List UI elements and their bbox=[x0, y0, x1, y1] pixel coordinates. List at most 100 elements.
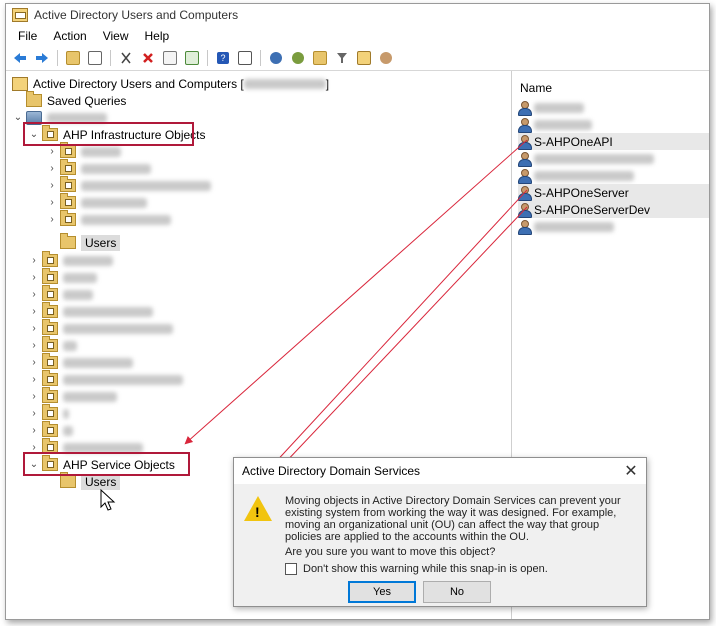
menu-help[interactable]: Help bbox=[137, 29, 178, 43]
redacted-user-name bbox=[534, 102, 584, 113]
tree-item-saved-queries[interactable]: Saved Queries bbox=[26, 91, 126, 109]
list-item-s-ahponeapi[interactable]: S-AHPOneAPI bbox=[518, 133, 709, 150]
chevron-right-icon[interactable]: › bbox=[28, 323, 40, 334]
redacted-label bbox=[63, 340, 77, 351]
toolbar-separator bbox=[110, 50, 111, 66]
menu-view[interactable]: View bbox=[95, 29, 137, 43]
dont-show-warning-checkbox[interactable] bbox=[285, 563, 297, 575]
new-user-icon[interactable] bbox=[266, 48, 286, 68]
help-icon[interactable]: ? bbox=[213, 48, 233, 68]
redacted-label bbox=[81, 214, 171, 225]
menu-action[interactable]: Action bbox=[45, 29, 94, 43]
chevron-right-icon[interactable]: › bbox=[46, 214, 58, 225]
close-icon[interactable]: ✕ bbox=[616, 461, 646, 481]
no-button[interactable]: No bbox=[423, 581, 491, 603]
dialog-body: ! Moving objects in Active Directory Dom… bbox=[234, 484, 646, 606]
tree-item-redacted[interactable]: › bbox=[28, 421, 73, 439]
chevron-right-icon[interactable]: › bbox=[28, 357, 40, 368]
chevron-right-icon[interactable]: › bbox=[28, 255, 40, 266]
chevron-right-icon[interactable]: › bbox=[28, 340, 40, 351]
tree-item-redacted[interactable]: › bbox=[28, 251, 113, 269]
tree-item-redacted[interactable]: › bbox=[46, 176, 211, 194]
toolbar-separator bbox=[260, 50, 261, 66]
chevron-right-icon[interactable]: › bbox=[46, 146, 58, 157]
title-bar: Active Directory Users and Computers bbox=[6, 4, 709, 26]
menu-file[interactable]: File bbox=[10, 29, 45, 43]
user-icon bbox=[518, 202, 532, 218]
redacted-user-name bbox=[534, 170, 634, 181]
export-list-icon[interactable] bbox=[182, 48, 202, 68]
chevron-right-icon[interactable]: › bbox=[28, 272, 40, 283]
chevron-right-icon[interactable]: › bbox=[28, 306, 40, 317]
ou-folder-icon bbox=[42, 421, 58, 437]
redacted-label bbox=[63, 374, 183, 385]
chevron-right-icon[interactable]: › bbox=[46, 197, 58, 208]
redacted-label bbox=[81, 197, 147, 208]
tree-item-redacted[interactable]: › bbox=[28, 268, 97, 286]
column-header-name[interactable]: Name bbox=[513, 77, 709, 99]
chevron-right-icon[interactable]: › bbox=[28, 391, 40, 402]
list-item-s-ahponeserver[interactable]: S-AHPOneServer bbox=[518, 184, 709, 201]
chevron-right-icon[interactable]: › bbox=[28, 374, 40, 385]
add-to-group-icon[interactable] bbox=[376, 48, 396, 68]
tree-item-redacted[interactable]: › bbox=[46, 159, 151, 177]
list-item[interactable] bbox=[518, 116, 709, 133]
toolbar-separator bbox=[207, 50, 208, 66]
forward-icon[interactable] bbox=[32, 48, 52, 68]
user-icon bbox=[518, 219, 532, 235]
redacted-domain-name bbox=[47, 112, 107, 123]
tree-item-redacted[interactable]: › bbox=[46, 193, 147, 211]
cut-icon[interactable] bbox=[116, 48, 136, 68]
redacted-label bbox=[81, 163, 151, 174]
properties-icon[interactable] bbox=[160, 48, 180, 68]
tree-item-redacted[interactable]: › bbox=[28, 302, 153, 320]
dont-show-warning-row[interactable]: Don't show this warning while this snap-… bbox=[285, 563, 548, 575]
ou-folder-icon bbox=[60, 193, 76, 209]
chevron-right-icon[interactable]: › bbox=[46, 180, 58, 191]
list-item[interactable] bbox=[518, 167, 709, 184]
redacted-label bbox=[81, 180, 211, 191]
ou-folder-icon bbox=[42, 387, 58, 403]
tree-item-redacted[interactable]: › bbox=[28, 387, 117, 405]
tree-item-redacted[interactable]: › bbox=[28, 404, 69, 422]
ou-folder-icon bbox=[60, 210, 76, 226]
tree-item-redacted[interactable]: › bbox=[28, 285, 93, 303]
tree-item-redacted[interactable]: › bbox=[46, 210, 171, 228]
chevron-right-icon[interactable]: › bbox=[28, 289, 40, 300]
delete-icon[interactable] bbox=[138, 48, 158, 68]
list-item[interactable] bbox=[518, 99, 709, 116]
tree-item-redacted[interactable]: › bbox=[28, 336, 77, 354]
ou-folder-icon bbox=[60, 176, 76, 192]
tree-item-redacted[interactable]: › bbox=[28, 319, 173, 337]
toolbar-separator bbox=[57, 50, 58, 66]
action-pane-icon[interactable] bbox=[235, 48, 255, 68]
tree-item-redacted[interactable]: › bbox=[28, 353, 133, 371]
tree-root[interactable]: Active Directory Users and Computers [ ] bbox=[12, 75, 329, 92]
new-group-icon[interactable] bbox=[288, 48, 308, 68]
list-item[interactable] bbox=[518, 218, 709, 235]
list-item[interactable] bbox=[518, 150, 709, 167]
filter-icon[interactable] bbox=[332, 48, 352, 68]
user-icon bbox=[518, 168, 532, 184]
new-ou-icon[interactable] bbox=[310, 48, 330, 68]
yes-button[interactable]: Yes bbox=[348, 581, 416, 603]
user-name: S-AHPOneAPI bbox=[534, 134, 613, 149]
dialog-title-bar: Active Directory Domain Services ✕ bbox=[234, 458, 646, 484]
ou-folder-icon bbox=[60, 159, 76, 175]
dialog-title: Active Directory Domain Services bbox=[242, 464, 421, 478]
chevron-right-icon[interactable]: › bbox=[28, 408, 40, 419]
tree-item-infra-users[interactable]: Users bbox=[60, 233, 121, 251]
user-icon bbox=[518, 134, 532, 150]
find-icon[interactable] bbox=[354, 48, 374, 68]
tree-root-suffix: ] bbox=[325, 76, 330, 91]
confirm-move-dialog: Active Directory Domain Services ✕ ! Mov… bbox=[233, 457, 647, 607]
tree-item-redacted[interactable]: › bbox=[28, 370, 183, 388]
show-hide-tree-icon[interactable] bbox=[85, 48, 105, 68]
dialog-question: Are you sure you want to move this objec… bbox=[285, 546, 496, 558]
folder-icon bbox=[60, 472, 76, 488]
list-item-s-ahponeserverdev[interactable]: S-AHPOneServerDev bbox=[518, 201, 709, 218]
chevron-right-icon[interactable]: › bbox=[46, 163, 58, 174]
up-folder-icon[interactable] bbox=[63, 48, 83, 68]
back-icon[interactable] bbox=[10, 48, 30, 68]
chevron-right-icon[interactable]: › bbox=[28, 425, 40, 436]
